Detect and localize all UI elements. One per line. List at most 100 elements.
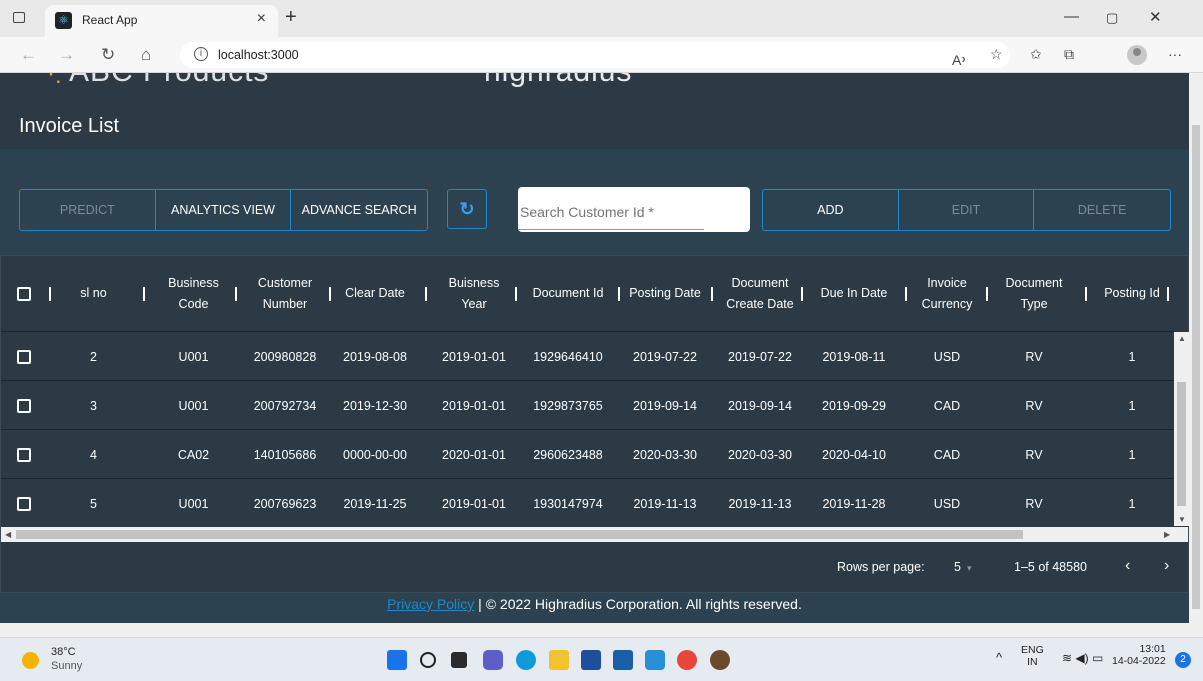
cell-business-code: U001 — [178, 496, 209, 511]
profile-avatar[interactable] — [1127, 45, 1147, 65]
cell-business-year: 2019-01-01 — [442, 349, 506, 364]
back-icon[interactable]: ← — [20, 45, 37, 65]
header-business-year[interactable]: Buisness Year — [431, 256, 517, 332]
cell-document-create-date: 2020-03-30 — [728, 447, 792, 462]
tab-actions-icon[interactable] — [13, 12, 25, 23]
header-due-in-date[interactable]: Due In Date — [809, 256, 899, 332]
header-customer-number[interactable]: Customer Number — [241, 256, 329, 332]
rows-per-page-dropdown-icon[interactable]: ▾ — [967, 563, 972, 574]
search-customer-field[interactable] — [518, 187, 750, 232]
search-customer-input[interactable] — [518, 201, 750, 223]
rows-per-page-select[interactable]: 5 — [954, 560, 961, 574]
next-page-icon[interactable]: › — [1164, 557, 1169, 575]
cell-business-year: 2019-01-01 — [442, 496, 506, 511]
tab-close-icon[interactable]: × — [257, 10, 266, 28]
cell-document-type: RV — [1025, 398, 1043, 413]
header-label-line: Code — [178, 297, 209, 311]
page-horizontal-scrollbar[interactable] — [0, 623, 1203, 637]
table-vertical-scrollbar[interactable]: ▲ ▼ — [1174, 332, 1189, 526]
forward-icon[interactable]: → — [58, 45, 75, 65]
refresh-button[interactable]: ↻ — [447, 189, 487, 229]
cell-due-in-date: 2019-08-11 — [822, 349, 886, 364]
wifi-volume-battery-icon[interactable]: ≋ ◀) ▭ — [1062, 651, 1103, 665]
read-aloud-icon[interactable]: A᠈ — [952, 46, 966, 70]
site-info-icon[interactable]: i — [194, 47, 208, 61]
language-indicator[interactable]: ENG IN — [1021, 644, 1044, 668]
restore-icon[interactable]: ▢ — [1106, 10, 1118, 26]
table-row[interactable]: 2 U001 200980828 2019-08-08 2019-01-01 192964… — [1, 332, 1174, 381]
window-close-icon[interactable]: ✕ — [1149, 8, 1162, 26]
collections-icon[interactable]: ⧉ — [1064, 46, 1074, 63]
file-explorer-icon[interactable] — [549, 650, 569, 670]
teams-chat-icon[interactable] — [483, 650, 503, 670]
mail-icon[interactable] — [613, 650, 633, 670]
browser-tab[interactable]: ⚛ React App × — [45, 5, 278, 37]
table-horizontal-scrollbar[interactable]: ◀ ▶ — [1, 527, 1188, 542]
chrome-icon[interactable] — [677, 650, 697, 670]
predict-button[interactable]: PREDICT — [20, 190, 156, 230]
page-vertical-scrollbar[interactable] — [1189, 73, 1203, 623]
table-row[interactable]: 4 CA02 140105686 0000-00-00 2020-01-01 296062… — [1, 430, 1174, 479]
column-separator[interactable] — [1085, 287, 1087, 301]
page-vertical-scroll-thumb[interactable] — [1192, 125, 1200, 609]
store-icon[interactable] — [581, 650, 601, 670]
header-label-line: Number — [262, 297, 308, 311]
row-checkbox[interactable] — [17, 496, 31, 511]
favorites-icon[interactable]: ✩ — [1030, 46, 1042, 63]
delete-button[interactable]: DELETE — [1034, 190, 1170, 230]
column-separator[interactable] — [235, 287, 237, 301]
scroll-right-icon[interactable]: ▶ — [1164, 530, 1170, 539]
table-row[interactable]: 5 U001 200769623 2019-11-25 2019-01-01 193014… — [1, 479, 1174, 526]
header-document-id[interactable]: Document Id — [517, 256, 619, 332]
header-posting-date[interactable]: Posting Date — [619, 256, 711, 332]
header-document-create-date[interactable]: Document Create Date — [713, 256, 807, 332]
cell-clear-date: 2019-08-08 — [343, 349, 407, 364]
more-menu-icon[interactable]: ··· — [1168, 46, 1182, 62]
app-icon[interactable] — [710, 650, 730, 670]
analytics-view-button[interactable]: ANALYTICS VIEW — [156, 190, 292, 230]
add-button[interactable]: ADD — [763, 190, 899, 230]
scroll-up-icon[interactable]: ▲ — [1178, 334, 1186, 343]
region-code: IN — [1027, 656, 1038, 668]
privacy-policy-link[interactable]: Privacy Policy — [387, 596, 474, 612]
header-invoice-currency[interactable]: Invoice Currency — [906, 256, 988, 332]
table-horizontal-scroll-thumb[interactable] — [16, 530, 1023, 539]
table-row[interactable]: 3 U001 200792734 2019-12-30 2019-01-01 192987… — [1, 381, 1174, 430]
home-icon[interactable]: ⌂ — [141, 45, 151, 65]
header-posting-id[interactable]: Posting Id — [1090, 256, 1174, 332]
header-clear-date[interactable]: Clear Date — [329, 256, 421, 332]
cell-posting-id: 1 — [1128, 349, 1136, 364]
column-separator[interactable] — [49, 287, 51, 301]
minimize-icon[interactable]: — — [1064, 8, 1079, 25]
windows-start-icon[interactable] — [387, 650, 407, 670]
weather-condition: Sunny — [51, 660, 83, 672]
edit-button[interactable]: EDIT — [899, 190, 1035, 230]
table-vertical-scroll-thumb[interactable] — [1177, 382, 1186, 506]
reload-icon[interactable]: ↻ — [101, 45, 115, 65]
row-checkbox[interactable] — [17, 349, 31, 364]
scroll-left-icon[interactable]: ◀ — [5, 530, 11, 539]
header-document-type[interactable]: Document Type — [986, 256, 1082, 332]
new-tab-icon[interactable]: + — [285, 6, 297, 29]
advance-search-button[interactable]: ADVANCE SEARCH — [291, 190, 427, 230]
vscode-icon[interactable] — [645, 650, 665, 670]
row-checkbox[interactable] — [17, 447, 31, 462]
header-business-code[interactable]: Business Code — [155, 256, 232, 332]
url-field[interactable]: i localhost:3000 — [180, 42, 1010, 68]
scroll-down-icon[interactable]: ▼ — [1178, 515, 1186, 524]
tray-overflow-icon[interactable]: ^ — [996, 650, 1002, 665]
previous-page-icon[interactable]: ‹ — [1125, 557, 1130, 575]
cell-document-id: 1929646410 — [533, 349, 603, 364]
clock[interactable]: 13:01 14-04-2022 — [1112, 643, 1166, 667]
edge-icon[interactable] — [516, 650, 536, 670]
search-icon[interactable] — [420, 652, 436, 668]
task-view-icon[interactable] — [451, 652, 467, 668]
header-label-line: Document Id — [532, 286, 604, 301]
row-checkbox[interactable] — [17, 398, 31, 413]
notification-badge[interactable]: 2 — [1175, 652, 1191, 668]
column-separator[interactable] — [425, 287, 427, 301]
header-sl-no[interactable]: sl no — [56, 256, 131, 332]
column-separator[interactable] — [143, 287, 145, 301]
select-all-checkbox[interactable] — [17, 287, 31, 301]
add-favorite-icon[interactable]: ☆ — [990, 46, 1003, 63]
